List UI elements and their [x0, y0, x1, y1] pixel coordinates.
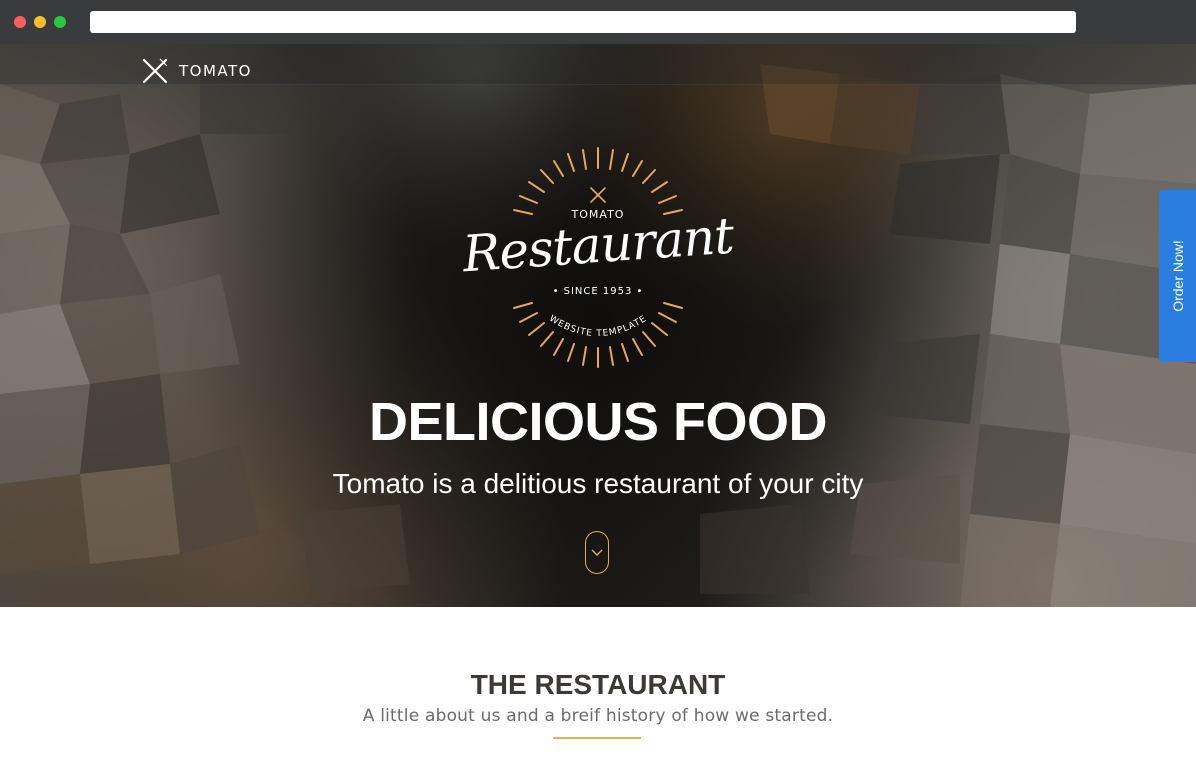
section-subtitle: A little about us and a breif history of… [362, 706, 834, 726]
order-now-button[interactable]: Order Now! [1159, 190, 1196, 362]
section-divider [553, 737, 641, 739]
top-navbar: TOMATO [0, 44, 1196, 85]
scroll-down-button[interactable] [585, 531, 609, 574]
hero-title: DELICIOUS FOOD [368, 392, 828, 452]
emblem-since: • SINCE 1953 • [552, 286, 644, 297]
address-bar[interactable] [90, 11, 1076, 33]
close-window-button[interactable] [14, 16, 26, 28]
maximize-window-button[interactable] [54, 16, 66, 28]
section-title: THE RESTAURANT [470, 669, 726, 700]
fork-knife-icon[interactable] [140, 56, 170, 86]
minimize-window-button[interactable] [34, 16, 46, 28]
hero-section: TOMATO WEBSITE TEMPLATE TOMATO Restauran… [0, 44, 1196, 607]
restaurant-emblem: WEBSITE TEMPLATE TOMATO Restaurant • SIN… [458, 140, 738, 380]
brand-name[interactable]: TOMATO [179, 62, 252, 80]
order-now-label: Order Now! [1169, 240, 1186, 312]
emblem-tagline: WEBSITE TEMPLATE [547, 314, 649, 339]
chevron-down-icon [591, 549, 603, 556]
hero-subtitle: Tomato is a delitious restaurant of your… [332, 468, 864, 499]
browser-chrome [0, 0, 1196, 44]
